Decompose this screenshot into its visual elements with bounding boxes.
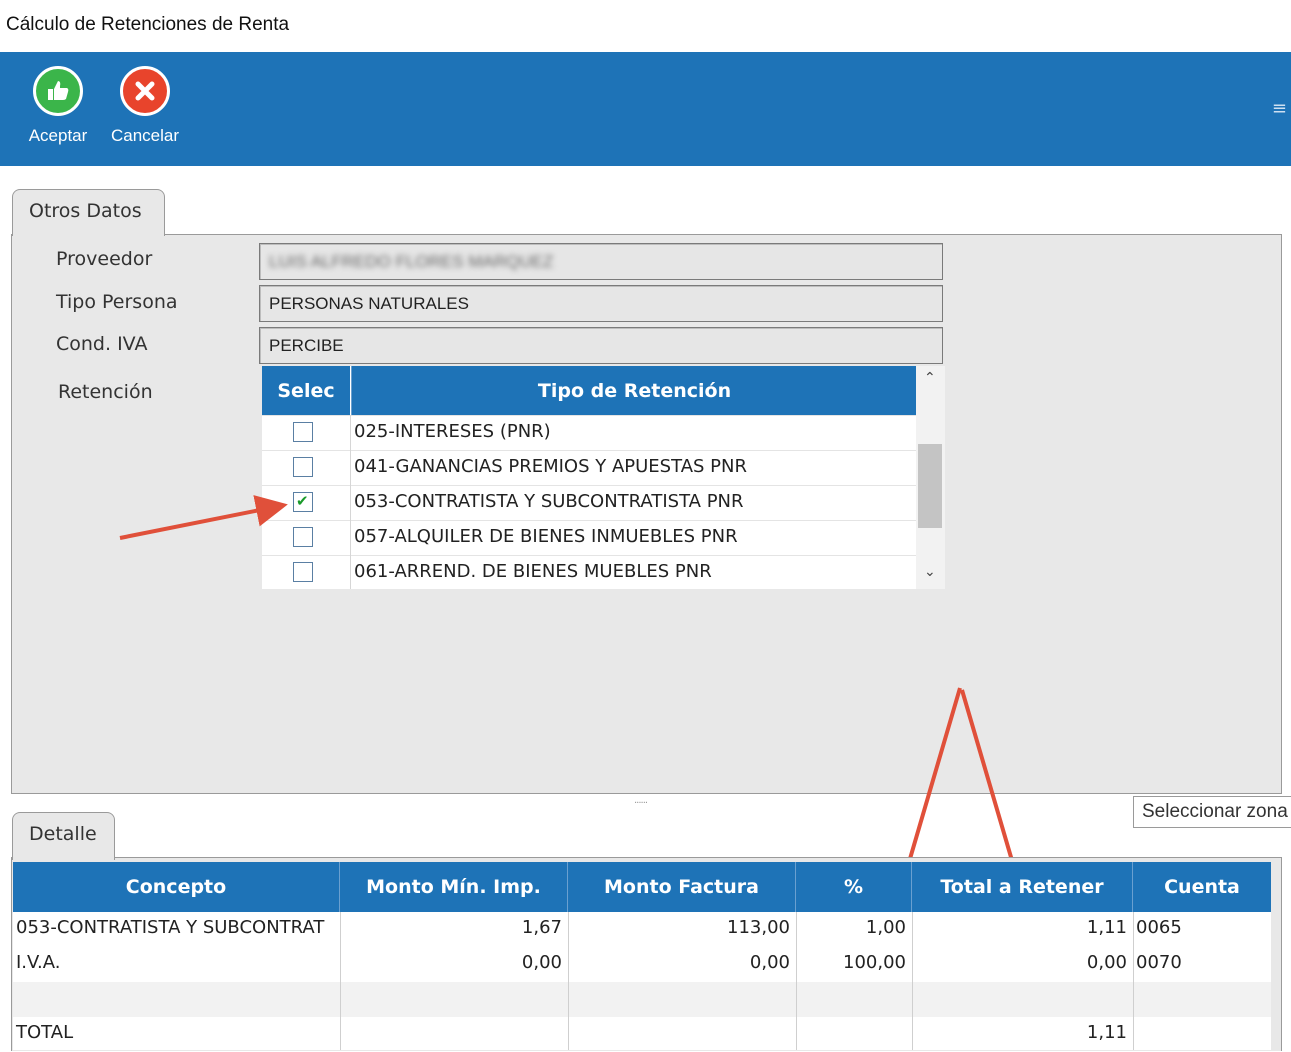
- column-divider: [912, 912, 913, 1050]
- detail-header-cuenta[interactable]: Cuenta: [1133, 862, 1271, 912]
- column-divider: [568, 912, 569, 1050]
- splitter-grip[interactable]: ......: [634, 795, 648, 806]
- detail-cell-concepto[interactable]: 053-CONTRATISTA Y SUBCONTRAT: [13, 912, 340, 947]
- detail-cell-percent[interactable]: 1,00: [796, 912, 912, 947]
- detail-cell-total[interactable]: 1,11: [912, 912, 1133, 947]
- detail-header-total[interactable]: Total a Retener: [912, 862, 1133, 912]
- tab-otros-datos-label: Otros Datos: [29, 200, 142, 222]
- column-divider: [340, 912, 341, 1050]
- detail-cell-concepto[interactable]: I.V.A.: [13, 947, 340, 982]
- detail-header-percent[interactable]: %: [796, 862, 912, 912]
- detail-cell-cuenta[interactable]: 0065: [1133, 912, 1271, 947]
- detail-total-value: 1,11: [1086, 1022, 1127, 1043]
- tab-detalle-label: Detalle: [29, 823, 97, 845]
- tab-detalle[interactable]: Detalle: [12, 812, 115, 860]
- tooltip: Seleccionar zona: [1133, 796, 1291, 828]
- detail-cell-monto-min[interactable]: 1,67: [340, 912, 568, 947]
- detail-cell-cuenta[interactable]: 0070: [1133, 947, 1271, 982]
- detail-cell-percent[interactable]: 100,00: [796, 947, 912, 982]
- detail-total-label: TOTAL: [16, 1022, 74, 1043]
- detail-cell-monto-factura[interactable]: 0,00: [568, 947, 796, 982]
- detail-cell-total[interactable]: 0,00: [912, 947, 1133, 982]
- detail-cell-monto-factura[interactable]: 113,00: [568, 912, 796, 947]
- detail-cell-monto-min[interactable]: 0,00: [340, 947, 568, 982]
- tab-otros-datos[interactable]: Otros Datos: [12, 189, 165, 236]
- detail-header-monto-factura[interactable]: Monto Factura: [568, 862, 796, 912]
- detail-row-empty[interactable]: [13, 982, 1271, 1017]
- column-divider: [1133, 912, 1134, 1050]
- detail-header-concepto[interactable]: Concepto: [13, 862, 340, 912]
- detail-header-monto-min[interactable]: Monto Mín. Imp.: [340, 862, 568, 912]
- detail-grid: Concepto Monto Mín. Imp. Monto Factura %…: [13, 862, 1271, 1050]
- arrow-to-checkbox: [119, 495, 288, 540]
- column-divider: [796, 912, 797, 1050]
